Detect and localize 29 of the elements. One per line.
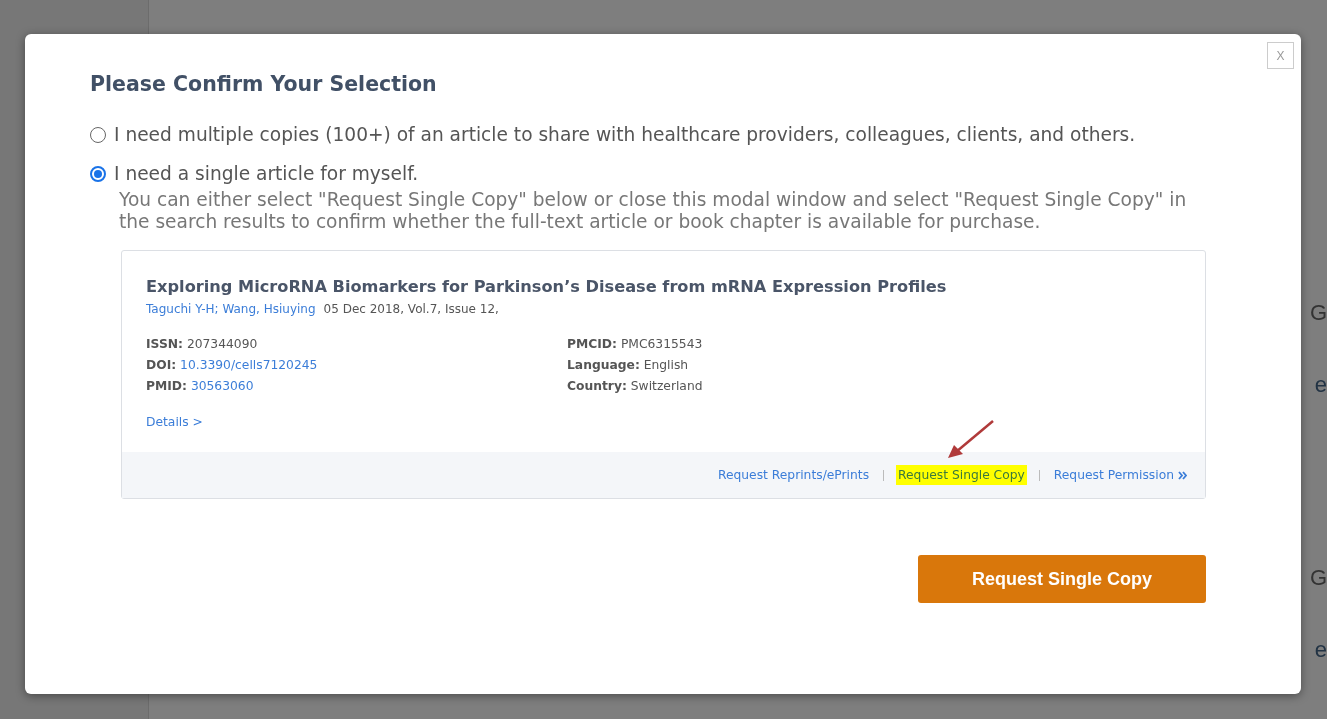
request-single-copy-button[interactable]: Request Single Copy	[918, 555, 1206, 603]
field-value: English	[643, 358, 689, 372]
article-title: Exploring MicroRNA Biomarkers for Parkinson’s Disease from mRNA Expression Profiles	[146, 277, 948, 296]
field-label: DOI:	[146, 358, 177, 372]
option-label[interactable]: I need multiple copies (100+) of an article to share with healthcare providers, colleagues, clients, and others.	[114, 124, 1136, 145]
citation-text: 05 Dec 2018, Vol.7, Issue 12,	[323, 302, 499, 316]
dialog-title: Please Confirm Your Selection	[90, 72, 438, 96]
option-description: You can either select "Request Single Copy" below or close this modal window and select "Request Single Copy" in the search results to confirm whether the full-text article or book chapter is available for purchase.	[119, 189, 1188, 233]
details-link[interactable]: Details >	[146, 415, 203, 429]
request-link[interactable]: Request Permission	[1051, 465, 1189, 485]
field-value: 207344090	[186, 337, 258, 351]
background-text: e	[1314, 372, 1327, 398]
field-value: PMC6315543	[620, 337, 703, 351]
field-value: Switzerland	[630, 379, 703, 393]
option-label[interactable]: I need a single article for myself.	[114, 163, 419, 184]
field-label: Country:	[567, 379, 627, 393]
background-text: G	[1309, 565, 1327, 591]
background-text: G	[1309, 300, 1327, 326]
request-link[interactable]: Request Reprints/ePrints	[715, 465, 872, 485]
field-label: PMID:	[146, 379, 187, 393]
field-label: Language:	[567, 358, 640, 372]
field-label: PMCID:	[567, 337, 617, 351]
field-label: ISSN:	[146, 337, 183, 351]
field-link[interactable]: 10.3390/cells7120245	[180, 358, 318, 372]
author-link[interactable]: Taguchi Y-H; Wang, Hsiuying	[146, 302, 316, 316]
close-button[interactable]: X	[1267, 42, 1294, 69]
field-link[interactable]: 30563060	[190, 379, 254, 393]
radio-button[interactable]	[90, 165, 106, 182]
background-text: e	[1314, 637, 1327, 663]
